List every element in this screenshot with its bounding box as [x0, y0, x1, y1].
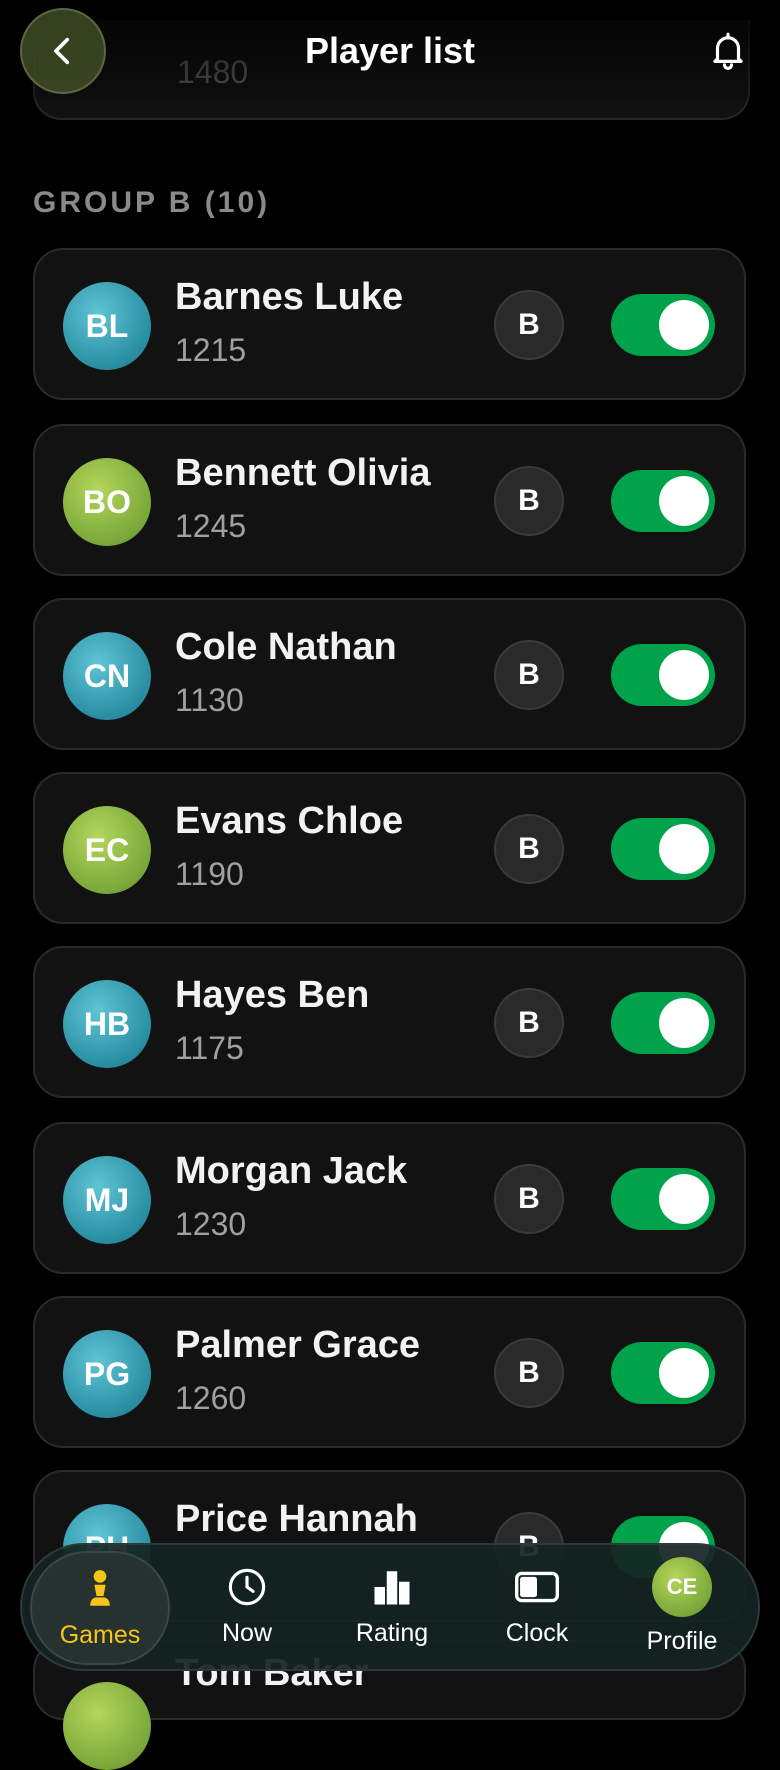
toggle-knob: [659, 650, 709, 700]
nav-label: Games: [59, 1621, 141, 1649]
player-toggle[interactable]: [611, 818, 715, 880]
player-name: Bennett Olivia: [175, 452, 431, 494]
player-rating: 1215: [175, 332, 247, 368]
pawn-icon: [78, 1567, 122, 1611]
page-title: Player list: [304, 30, 476, 71]
player-name: Morgan Jack: [175, 1150, 408, 1192]
player-name: Hayes Ben: [175, 974, 370, 1016]
player-rating: 1190: [175, 856, 244, 892]
clock-icon: [225, 1565, 269, 1609]
player-rating: 1260: [175, 1380, 247, 1416]
nav-profile[interactable]: CE Profile: [612, 1551, 752, 1665]
player-card[interactable]: PG Palmer Grace 1260 B: [33, 1296, 746, 1448]
toggle-knob: [659, 824, 709, 874]
player-card[interactable]: HB Hayes Ben 1175 B: [33, 946, 746, 1098]
group-header: GROUP B (10): [33, 186, 271, 219]
player-name: Evans Chloe: [175, 800, 404, 842]
player-toggle[interactable]: [611, 1342, 715, 1404]
toggle-knob: [659, 1174, 709, 1224]
avatar: EC: [63, 806, 151, 894]
player-name: Palmer Grace: [175, 1324, 421, 1366]
player-card[interactable]: EC Evans Chloe 1190 B: [33, 772, 746, 924]
group-badge[interactable]: B: [494, 466, 564, 536]
nav-rating[interactable]: Rating: [322, 1551, 462, 1665]
bar-chart-icon: [370, 1565, 414, 1609]
bell-icon: [713, 32, 743, 70]
group-badge[interactable]: B: [494, 814, 564, 884]
player-rating: 1130: [175, 682, 244, 718]
nav-now[interactable]: Now: [177, 1551, 317, 1665]
player-name: Barnes Luke: [175, 276, 404, 318]
avatar: MJ: [63, 1156, 151, 1244]
toggle-knob: [659, 300, 709, 350]
player-rating: 1230: [175, 1206, 247, 1242]
top-bar: Player list: [0, 0, 780, 100]
nav-games[interactable]: Games: [30, 1551, 170, 1665]
player-rating: 1175: [175, 1030, 244, 1066]
avatar: [63, 1682, 151, 1770]
player-toggle[interactable]: [611, 1168, 715, 1230]
player-toggle[interactable]: [611, 470, 715, 532]
player-name: Cole Nathan: [175, 626, 397, 668]
group-badge[interactable]: B: [494, 640, 564, 710]
group-badge[interactable]: B: [494, 290, 564, 360]
player-card[interactable]: MJ Morgan Jack 1230 B: [33, 1122, 746, 1274]
player-card[interactable]: CN Cole Nathan 1130 B: [33, 598, 746, 750]
player-rating: 1245: [175, 508, 247, 544]
player-card[interactable]: BO Bennett Olivia 1245 B: [33, 424, 746, 576]
toggle-knob: [659, 998, 709, 1048]
group-badge[interactable]: B: [494, 1164, 564, 1234]
nav-clock[interactable]: Clock: [467, 1551, 607, 1665]
player-name: Price Hannah: [175, 1498, 418, 1540]
avatar: CN: [63, 632, 151, 720]
group-badge[interactable]: B: [494, 1338, 564, 1408]
avatar: PG: [63, 1330, 151, 1418]
toggle-knob: [659, 476, 709, 526]
nav-label: Rating: [355, 1619, 429, 1647]
avatar: BO: [63, 458, 151, 546]
nav-label: Now: [221, 1619, 272, 1647]
player-list-scroll[interactable]: 1480 GROUP B (10) BL Barnes Luke 1215 B …: [0, 0, 780, 1770]
nav-label: Profile: [646, 1627, 718, 1655]
bottom-nav: Games Now Rating Clock CE Profile: [20, 1543, 760, 1671]
avatar: CE: [652, 1557, 712, 1617]
nav-label: Clock: [505, 1619, 569, 1647]
player-toggle[interactable]: [611, 992, 715, 1054]
player-toggle[interactable]: [611, 294, 715, 356]
notifications-button[interactable]: [700, 22, 756, 78]
player-toggle[interactable]: [611, 644, 715, 706]
chess-clock-icon: [515, 1565, 559, 1609]
avatar: HB: [63, 980, 151, 1068]
avatar: BL: [63, 282, 151, 370]
group-badge[interactable]: B: [494, 988, 564, 1058]
toggle-knob: [659, 1348, 709, 1398]
player-card[interactable]: BL Barnes Luke 1215 B: [33, 248, 746, 400]
